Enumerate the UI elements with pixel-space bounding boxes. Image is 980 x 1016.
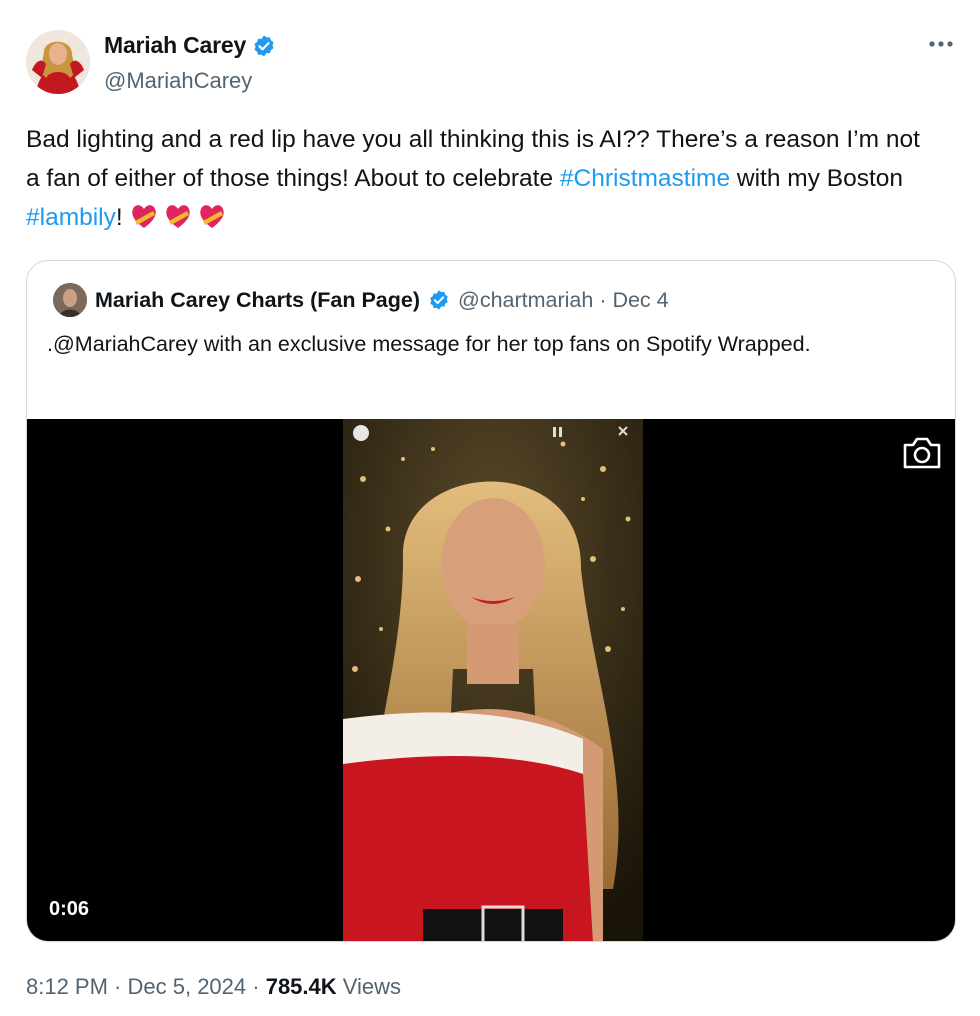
tweet-text-part-3: ! (115, 204, 123, 231)
hashtag-lambily[interactable]: #lambily (26, 204, 116, 231)
tweet-text: Bad lighting and a red lip have you all … (26, 120, 926, 237)
author-display-name[interactable]: Mariah Carey (104, 32, 246, 59)
meta-separator: · (246, 974, 266, 999)
quoted-author-name[interactable]: Mariah Carey Charts (Fan Page) (95, 288, 420, 313)
tweet-meta: 8:12 PM · Dec 5, 2024 · 785.4K Views (26, 974, 401, 1000)
author-avatar-image (26, 30, 90, 94)
emoji-group (129, 201, 227, 231)
hashtag-christmastime[interactable]: #Christmastime (560, 165, 730, 192)
quoted-tweet-text: .@MariahCarey with an exclusive message … (47, 332, 811, 356)
tweet-text-part-2: with my Boston (730, 165, 904, 192)
video-thumbnail (343, 419, 643, 941)
heart-with-ribbon-icon (200, 205, 224, 228)
video-time: 0:06 (49, 898, 90, 920)
video-frame (343, 419, 643, 941)
quoted-tweet[interactable]: Mariah Carey Charts (Fan Page) @chartmar… (26, 260, 956, 942)
views-label: Views (336, 974, 402, 999)
video-player[interactable]: 0:06 (27, 419, 955, 941)
heart-with-ribbon-icon (166, 205, 190, 228)
verified-badge-icon (254, 35, 274, 56)
tweet-header: Mariah Carey @MariahCarey (26, 28, 956, 98)
tweet-time[interactable]: 8:12 PM (26, 974, 108, 999)
verified-badge-icon (430, 290, 448, 310)
author-handle[interactable]: @MariahCarey (104, 68, 252, 94)
views-count: 785.4K (265, 974, 337, 999)
meta-separator: · (107, 974, 128, 999)
quoted-tweet-header: Mariah Carey Charts (Fan Page) @chartmar… (53, 283, 669, 317)
camera-icon[interactable] (899, 433, 945, 473)
tweet-date[interactable]: Dec 5, 2024 (128, 974, 247, 999)
more-options-icon[interactable] (926, 34, 956, 54)
heart-with-ribbon-icon (132, 205, 156, 228)
quoted-author-handle-date[interactable]: @chartmariah · Dec 4 (458, 288, 669, 313)
quoted-author-avatar[interactable] (53, 283, 87, 317)
author-avatar[interactable] (26, 30, 90, 94)
